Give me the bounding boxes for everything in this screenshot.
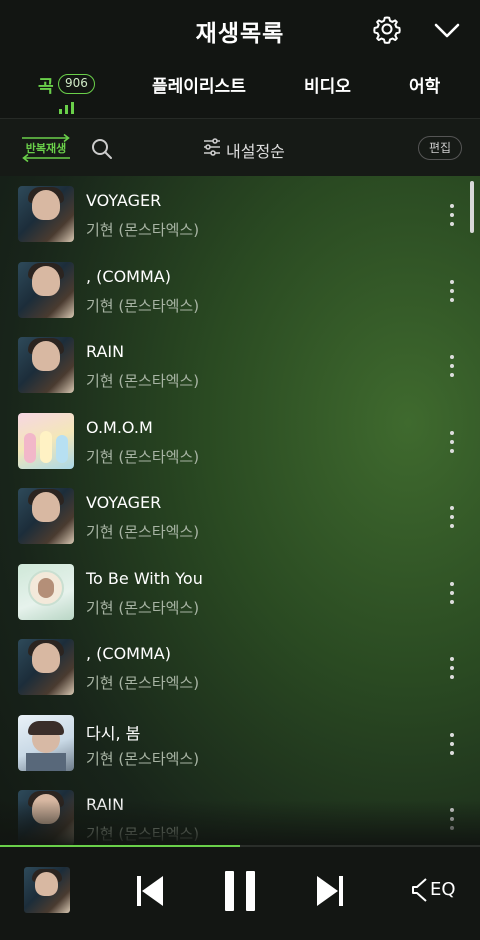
track-row[interactable]: O.M.O.M 기현 (몬스타엑스) bbox=[0, 404, 480, 480]
album-art bbox=[18, 186, 74, 242]
chevron-down-icon[interactable] bbox=[432, 16, 462, 44]
previous-icon[interactable] bbox=[134, 873, 166, 909]
eq-button[interactable]: EQ bbox=[410, 875, 460, 905]
album-art bbox=[18, 261, 74, 318]
playback-progress-fill bbox=[0, 845, 240, 847]
track-row[interactable]: VOYAGER 기현 (몬스타엑스) bbox=[0, 177, 480, 253]
track-title: 다시, 봄 bbox=[86, 723, 141, 743]
tab-videos[interactable]: 비디오 bbox=[304, 72, 351, 97]
more-vertical-icon[interactable] bbox=[442, 203, 462, 227]
track-title: To Be With You bbox=[86, 568, 203, 588]
mini-player: EQ bbox=[0, 845, 480, 940]
track-artist: 기현 (몬스타엑스) bbox=[86, 749, 200, 768]
next-icon[interactable] bbox=[314, 873, 346, 909]
search-icon[interactable] bbox=[90, 137, 114, 161]
list-fade bbox=[0, 800, 480, 845]
album-art bbox=[18, 714, 74, 771]
album-art bbox=[18, 488, 74, 544]
track-row[interactable]: VOYAGER 기현 (몬스타엑스) bbox=[0, 479, 480, 555]
track-list: VOYAGER 기현 (몬스타엑스), (COMMA) 기현 (몬스타엑스) RAIN… bbox=[0, 177, 480, 845]
album-art bbox=[18, 412, 74, 469]
sort-sliders-icon[interactable] bbox=[202, 137, 222, 157]
track-row[interactable]: , (COMMA) 기현 (몬스타엑스) bbox=[0, 630, 480, 706]
now-playing-album-art[interactable] bbox=[24, 867, 70, 913]
page-title: 재생목록 bbox=[195, 21, 285, 47]
tab-bar: 곡 906 플레이리스트 비디오 어학 bbox=[0, 58, 480, 118]
top-bar: 재생목록 bbox=[0, 0, 480, 58]
track-row[interactable]: 다시, 봄기현 (몬스타엑스) bbox=[0, 706, 480, 782]
tab-label: 곡 bbox=[38, 77, 54, 97]
track-title: VOYAGER bbox=[86, 493, 162, 512]
track-title: VOYAGER bbox=[86, 191, 162, 210]
repeat-play-button[interactable]: 반복재생 bbox=[18, 133, 74, 163]
track-artist: 기현 (몬스타엑스) bbox=[86, 598, 200, 617]
tab-language[interactable]: 어학 bbox=[409, 72, 440, 97]
more-vertical-icon[interactable] bbox=[442, 279, 462, 303]
more-vertical-icon[interactable] bbox=[442, 430, 462, 454]
more-vertical-icon[interactable] bbox=[442, 354, 462, 378]
song-count-badge: 906 bbox=[58, 74, 95, 94]
track-artist: 기현 (몬스타엑스) bbox=[86, 447, 200, 466]
playback-progress-bar[interactable] bbox=[0, 845, 480, 847]
track-title: , (COMMA) bbox=[86, 266, 171, 286]
track-artist: 기현 (몬스타엑스) bbox=[86, 674, 200, 692]
track-title: O.M.O.M bbox=[86, 417, 153, 437]
track-artist: 기현 (몬스타엑스) bbox=[86, 523, 200, 541]
track-row[interactable]: To Be With You 기현 (몬스타엑스) bbox=[0, 555, 480, 631]
track-artist: 기현 (몬스타엑스) bbox=[86, 296, 200, 315]
track-row[interactable]: , (COMMA) 기현 (몬스타엑스) bbox=[0, 253, 480, 329]
track-row[interactable]: RAIN 기현 (몬스타엑스) bbox=[0, 328, 480, 404]
album-art bbox=[18, 639, 74, 695]
now-playing-bars-icon bbox=[58, 102, 78, 114]
track-title: , (COMMA) bbox=[86, 644, 171, 663]
album-art bbox=[18, 337, 74, 393]
gear-icon[interactable] bbox=[372, 14, 402, 44]
sort-order-label[interactable]: 내설정순 bbox=[226, 138, 285, 162]
more-vertical-icon[interactable] bbox=[442, 581, 462, 605]
tab-songs[interactable]: 곡 bbox=[38, 72, 54, 97]
more-vertical-icon[interactable] bbox=[442, 656, 462, 680]
pause-icon[interactable] bbox=[222, 869, 258, 913]
playlist-screen: 재생목록 곡 906 플레이리스트 비디오 어학 반복재생 내설정순 편집 VO… bbox=[0, 0, 480, 940]
album-art bbox=[18, 563, 74, 620]
edit-button[interactable]: 편집 bbox=[418, 136, 462, 160]
more-vertical-icon[interactable] bbox=[442, 505, 462, 529]
tab-playlists[interactable]: 플레이리스트 bbox=[152, 72, 246, 97]
track-title: RAIN bbox=[86, 342, 125, 361]
list-toolbar: 반복재생 내설정순 편집 bbox=[0, 118, 480, 176]
scrollbar-thumb[interactable] bbox=[470, 181, 474, 233]
eq-label: EQ bbox=[430, 879, 456, 900]
more-vertical-icon[interactable] bbox=[442, 732, 462, 756]
track-artist: 기현 (몬스타엑스) bbox=[86, 372, 200, 390]
repeat-label: 반복재생 bbox=[25, 142, 67, 155]
track-artist: 기현 (몬스타엑스) bbox=[86, 221, 200, 239]
